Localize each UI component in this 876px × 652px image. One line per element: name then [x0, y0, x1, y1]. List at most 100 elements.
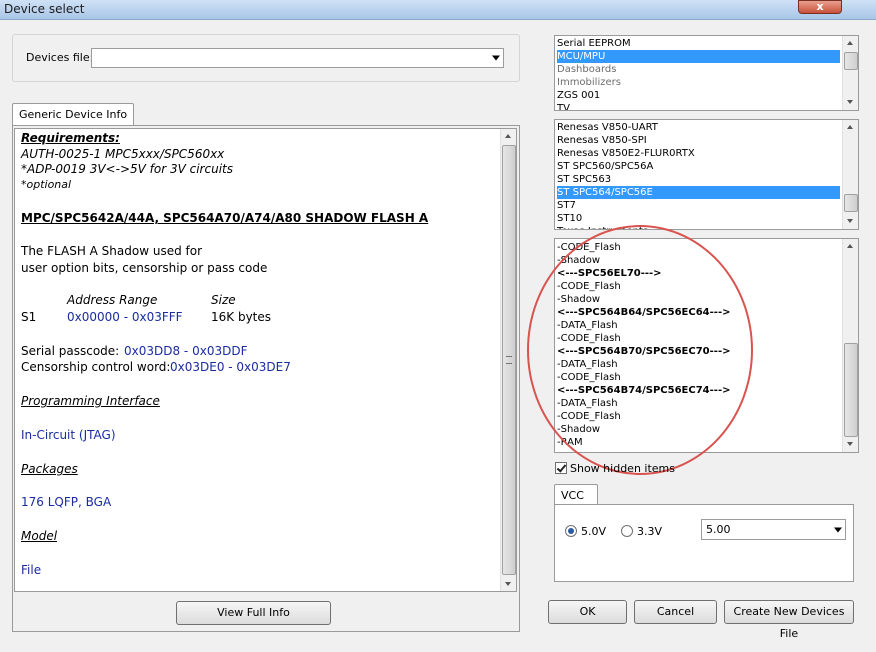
category-item[interactable]: Immobilizers: [557, 76, 840, 89]
family-item[interactable]: Texas Instruments: [557, 225, 840, 229]
device-item[interactable]: <---SPC564B64/SPC56EC64--->: [557, 306, 840, 319]
family-item[interactable]: ST7: [557, 199, 840, 212]
create-devices-file-button[interactable]: Create New Devices File: [724, 600, 854, 640]
sector-size: 16K bytes: [211, 310, 272, 324]
category-item[interactable]: ZGS 001: [557, 89, 840, 102]
programming-interface-value: In-Circuit (JTAG): [21, 428, 116, 442]
tab-generic-device-info-label: Generic Device Info: [19, 108, 128, 121]
radio-5v[interactable]: [565, 525, 577, 537]
category-item[interactable]: Serial EEPROM: [557, 37, 840, 50]
tab-vcc-label: VCC: [561, 489, 584, 502]
category-scrollbar[interactable]: [842, 36, 858, 110]
description-line-2: user option bits, censorship or pass cod…: [21, 261, 268, 275]
requirement-line-3: *optional: [21, 178, 72, 191]
device-item[interactable]: <---SPC56EL70--->: [557, 267, 840, 280]
family-scroll-thumb[interactable]: [844, 194, 858, 212]
device-scroll-thumb[interactable]: [844, 343, 858, 437]
radio-icon: [568, 528, 574, 534]
device-item[interactable]: -Shadow: [557, 423, 840, 436]
device-item[interactable]: -CODE_Flash: [557, 241, 840, 254]
sector-range: 0x00000 - 0x03FFF: [67, 310, 183, 324]
close-button[interactable]: x: [798, 0, 842, 14]
category-item[interactable]: Dashboards: [557, 63, 840, 76]
close-icon: x: [816, 0, 824, 13]
model-value: File: [21, 563, 42, 577]
scroll-down-icon[interactable]: [505, 582, 511, 586]
family-item[interactable]: ST SPC563: [557, 173, 840, 186]
scroll-up-icon[interactable]: [847, 125, 853, 129]
ok-button[interactable]: OK: [548, 600, 627, 624]
passcode-label: Serial passcode:: [21, 344, 120, 358]
cancel-button[interactable]: Cancel: [634, 600, 717, 624]
device-item[interactable]: -DATA_Flash: [557, 358, 840, 371]
requirement-line-2: *ADP-0019 3V<->5V for 3V circuits: [21, 162, 233, 176]
radio-3v3[interactable]: [621, 525, 633, 537]
window-title: Device select: [4, 2, 85, 16]
requirements-heading: Requirements:: [21, 131, 120, 145]
dropdown-arrow-icon: [834, 527, 842, 532]
scroll-up-icon[interactable]: [847, 41, 853, 45]
devices-file-select[interactable]: [91, 48, 504, 68]
device-item[interactable]: -CODE_Flash: [557, 410, 840, 423]
scroll-down-icon[interactable]: [847, 442, 853, 446]
family-item[interactable]: Renesas V850E2-FLUR0RTX: [557, 147, 840, 160]
device-item[interactable]: <---SPC564B74/SPC56EC74--->: [557, 384, 840, 397]
device-list[interactable]: -CODE_Flash -Shadow <---SPC56EL70---> -CODE…: [554, 238, 859, 453]
vcc-panel: [554, 504, 854, 582]
model-heading: Model: [21, 529, 58, 543]
device-title: MPC/SPC5642A/44A, SPC564A70/A74/A80 SHAD…: [21, 211, 429, 225]
checkbox-icon: [556, 462, 567, 473]
address-range-header: Address Range: [67, 293, 158, 307]
device-scrollbar[interactable]: [842, 239, 858, 452]
title-bar: [0, 0, 876, 20]
device-item[interactable]: -CODE_Flash: [557, 332, 840, 345]
device-item[interactable]: -Shadow: [557, 293, 840, 306]
family-item[interactable]: Renesas V850-SPI: [557, 134, 840, 147]
device-item[interactable]: -CODE_Flash: [557, 371, 840, 384]
device-item[interactable]: -Shadow: [557, 254, 840, 267]
device-item[interactable]: <---SPC564B70/SPC56EC70--->: [557, 345, 840, 358]
packages-heading: Packages: [21, 462, 78, 476]
family-item[interactable]: ST SPC564/SPC56E: [557, 186, 840, 199]
dropdown-arrow-icon: [492, 55, 500, 61]
family-item[interactable]: ST SPC560/SPC56A: [557, 160, 840, 173]
info-scrollbar[interactable]: [500, 129, 516, 591]
description-line-1: The FLASH A Shadow used for: [21, 244, 203, 258]
voltage-select[interactable]: 5.00: [701, 519, 846, 540]
category-list[interactable]: Serial EEPROM MCU/MPU Dashboards Immobilize…: [554, 35, 859, 111]
family-list[interactable]: Renesas V850-UART Renesas V850-SPI Renesas…: [554, 119, 859, 230]
family-item[interactable]: Renesas V850-UART: [557, 121, 840, 134]
radio-5v-label[interactable]: 5.0V: [581, 525, 606, 538]
family-scrollbar[interactable]: [842, 120, 858, 229]
category-item[interactable]: MCU/MPU: [557, 50, 840, 63]
device-item[interactable]: -RAM: [557, 436, 840, 449]
scroll-up-icon[interactable]: [505, 134, 511, 138]
tab-generic-device-info[interactable]: Generic Device Info: [12, 103, 134, 126]
requirement-line-1: AUTH-0025-1 MPC5xxx/SPC560xx: [21, 147, 225, 161]
censorship-label: Censorship control word:: [21, 360, 171, 374]
voltage-value: 5.00: [706, 523, 731, 536]
grip-icon: [506, 356, 512, 364]
radio-3v3-label[interactable]: 3.3V: [637, 525, 662, 538]
device-item[interactable]: -CODE_Flash: [557, 280, 840, 293]
show-hidden-label[interactable]: Show hidden items: [570, 462, 675, 475]
view-full-info-button[interactable]: View Full Info: [176, 601, 331, 625]
scroll-down-icon[interactable]: [847, 219, 853, 223]
scroll-up-icon[interactable]: [847, 244, 853, 248]
device-item[interactable]: -DATA_Flash: [557, 397, 840, 410]
show-hidden-checkbox[interactable]: [555, 462, 567, 474]
passcode-value: 0x03DD8 - 0x03DDF: [124, 344, 248, 358]
info-scroll-thumb[interactable]: [502, 145, 516, 575]
device-info-text[interactable]: Requirements: AUTH-0025-1 MPC5xxx/SPC560…: [14, 128, 517, 592]
censorship-value: 0x03DE0 - 0x03DE7: [170, 360, 291, 374]
scroll-down-icon[interactable]: [847, 100, 853, 104]
device-item[interactable]: -DATA_Flash: [557, 319, 840, 332]
category-item[interactable]: TV: [557, 102, 840, 110]
size-header: Size: [211, 293, 236, 307]
sector-name: S1: [21, 310, 37, 324]
packages-value: 176 LQFP, BGA: [21, 495, 112, 509]
family-item[interactable]: ST10: [557, 212, 840, 225]
category-scroll-thumb[interactable]: [844, 52, 858, 70]
tab-vcc[interactable]: VCC: [554, 484, 598, 505]
programming-interface-heading: Programming Interface: [21, 394, 160, 408]
